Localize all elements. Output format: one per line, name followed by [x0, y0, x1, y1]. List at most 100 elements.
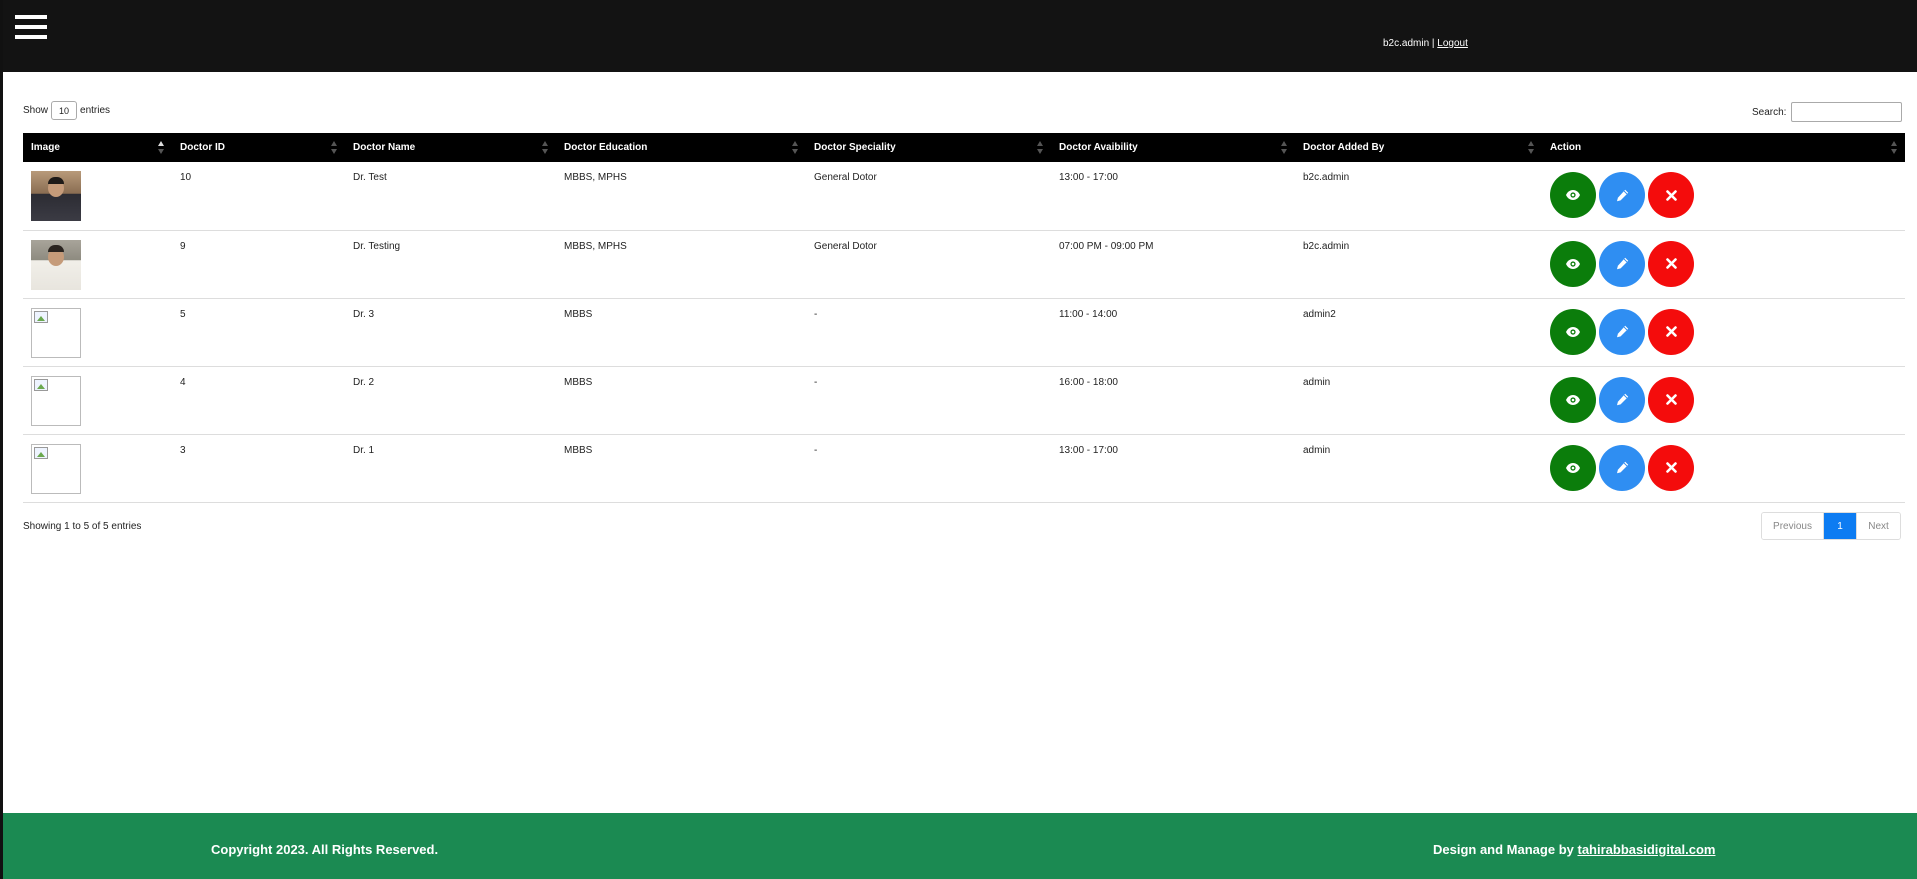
pencil-icon	[1616, 393, 1628, 406]
doctor-availability-cell: 07:00 PM - 09:00 PM	[1051, 230, 1295, 299]
edit-button[interactable]	[1599, 240, 1645, 287]
eye-icon	[1566, 394, 1580, 405]
column-header-doctor-availability[interactable]: Doctor Avaibility	[1051, 133, 1295, 162]
delete-button[interactable]	[1648, 172, 1694, 218]
pencil-icon	[1616, 189, 1628, 201]
doctor-speciality-cell: General Dotor	[806, 230, 1051, 299]
copyright-text: Copyright 2023. All Rights Reserved.	[211, 842, 439, 857]
page-length-control: Show 10 entries	[23, 101, 110, 120]
logout-link[interactable]: Logout	[1437, 38, 1468, 49]
sort-icon	[1037, 141, 1043, 154]
edit-button[interactable]	[1599, 444, 1645, 491]
doctors-table: Image Doctor ID Doctor Name Doctor Educa…	[23, 133, 1905, 503]
doctor-added-by-cell: admin2	[1295, 298, 1542, 367]
search-input[interactable]	[1791, 102, 1903, 122]
hamburger-menu-icon[interactable]	[15, 15, 47, 39]
edit-button[interactable]	[1599, 376, 1645, 423]
search-label: Search:	[1752, 106, 1787, 118]
column-header-doctor-id[interactable]: Doctor ID	[172, 133, 345, 162]
edit-button[interactable]	[1599, 308, 1645, 355]
delete-button[interactable]	[1648, 308, 1694, 355]
pencil-icon	[1616, 461, 1628, 474]
user-bar: b2c.admin | Logout	[1383, 38, 1468, 49]
doctor-added-by-cell: admin	[1295, 366, 1542, 435]
image-cell	[23, 434, 172, 503]
delete-button[interactable]	[1648, 240, 1694, 287]
close-icon	[1665, 189, 1677, 201]
table-header-row: Image Doctor ID Doctor Name Doctor Educa…	[23, 133, 1905, 162]
table-row: 10 Dr. Test MBBS, MPHS General Dotor 13:…	[23, 162, 1905, 231]
action-cell	[1542, 434, 1905, 503]
sort-icon	[792, 141, 798, 154]
close-icon	[1665, 258, 1677, 269]
credit-text: Design and Manage by tahirabbasidigital.…	[1433, 842, 1715, 857]
doctor-name-cell: Dr. Test	[345, 162, 556, 231]
doctor-speciality-cell: -	[806, 434, 1051, 503]
table-row: 4 Dr. 2 MBBS - 16:00 - 18:00 admin	[23, 366, 1905, 435]
doctor-education-cell: MBBS	[556, 434, 806, 503]
close-icon	[1665, 394, 1677, 405]
image-cell	[23, 230, 172, 299]
edit-button[interactable]	[1599, 172, 1645, 218]
close-icon	[1665, 462, 1677, 473]
view-button[interactable]	[1550, 308, 1596, 355]
page-1-button[interactable]: 1	[1824, 513, 1856, 539]
doctor-id-cell: 5	[172, 298, 345, 367]
pagination: Previous 1 Next	[1761, 512, 1901, 540]
doctor-id-cell: 9	[172, 230, 345, 299]
view-button[interactable]	[1550, 376, 1596, 423]
delete-button[interactable]	[1648, 376, 1694, 423]
previous-page-button[interactable]: Previous	[1762, 513, 1824, 539]
doctor-added-by-cell: b2c.admin	[1295, 230, 1542, 299]
doctor-name-cell: Dr. 3	[345, 298, 556, 367]
doctor-education-cell: MBBS, MPHS	[556, 230, 806, 299]
doctor-added-by-cell: b2c.admin	[1295, 162, 1542, 231]
credit-link[interactable]: tahirabbasidigital.com	[1577, 842, 1715, 857]
sort-icon	[1891, 141, 1897, 154]
sort-icon	[1281, 141, 1287, 154]
doctor-speciality-cell: General Dotor	[806, 162, 1051, 231]
username: b2c.admin	[1383, 38, 1430, 49]
doctor-education-cell: MBBS, MPHS	[556, 162, 806, 231]
page-length-value: 10	[59, 105, 70, 116]
column-header-action[interactable]: Action	[1542, 133, 1905, 162]
next-page-button[interactable]: Next	[1856, 513, 1900, 539]
image-cell	[23, 366, 172, 435]
column-header-image[interactable]: Image	[23, 133, 172, 162]
view-button[interactable]	[1550, 444, 1596, 491]
broken-image-icon	[31, 307, 81, 358]
page-length-select[interactable]: 10	[51, 101, 78, 120]
doctor-speciality-cell: -	[806, 298, 1051, 367]
view-button[interactable]	[1550, 172, 1596, 218]
view-button[interactable]	[1550, 240, 1596, 287]
doctor-education-cell: MBBS	[556, 298, 806, 367]
column-header-doctor-education[interactable]: Doctor Education	[556, 133, 806, 162]
broken-image-icon	[31, 443, 81, 494]
show-label: Show	[23, 105, 49, 116]
doctor-availability-cell: 16:00 - 18:00	[1051, 366, 1295, 435]
doctor-availability-cell: 13:00 - 17:00	[1051, 434, 1295, 503]
table-row: 3 Dr. 1 MBBS - 13:00 - 17:00 admin	[23, 434, 1905, 503]
sort-icon	[542, 141, 548, 154]
sort-icon	[158, 141, 164, 154]
doctor-id-cell: 4	[172, 366, 345, 435]
action-cell	[1542, 366, 1905, 435]
doctor-name-cell: Dr. 1	[345, 434, 556, 503]
doctor-id-cell: 10	[172, 162, 345, 231]
page-footer: Copyright 2023. All Rights Reserved. Des…	[3, 813, 1917, 879]
table-info: Showing 1 to 5 of 5 entries	[23, 521, 142, 532]
action-cell	[1542, 230, 1905, 299]
search-control: Search:	[1752, 102, 1903, 122]
column-header-doctor-added-by[interactable]: Doctor Added By	[1295, 133, 1542, 162]
column-header-doctor-speciality[interactable]: Doctor Speciality	[806, 133, 1051, 162]
doctor-photo	[31, 239, 81, 290]
pencil-icon	[1616, 325, 1628, 338]
column-header-doctor-name[interactable]: Doctor Name	[345, 133, 556, 162]
image-cell	[23, 298, 172, 367]
sort-icon	[331, 141, 337, 154]
eye-icon	[1566, 190, 1580, 200]
doctor-education-cell: MBBS	[556, 366, 806, 435]
doctor-availability-cell: 13:00 - 17:00	[1051, 162, 1295, 231]
doctor-availability-cell: 11:00 - 14:00	[1051, 298, 1295, 367]
delete-button[interactable]	[1648, 444, 1694, 491]
